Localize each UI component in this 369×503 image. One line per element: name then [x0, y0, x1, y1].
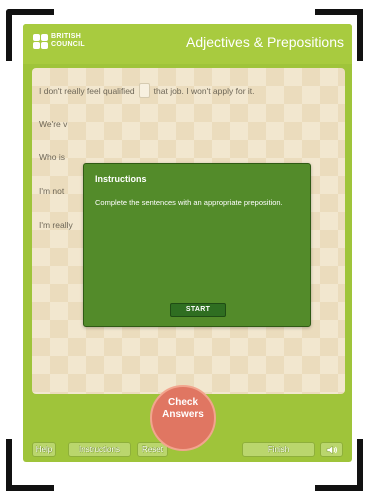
sentence-4-before: I'm not — [39, 186, 65, 196]
sentence-3: Who is — [39, 152, 65, 162]
start-button[interactable]: START — [170, 303, 226, 317]
logo-mark-icon — [33, 33, 48, 49]
logo-text-line2: COUNCIL — [51, 41, 85, 48]
sentence-2: We're v — [39, 119, 67, 129]
sentence-2-before: We're v — [39, 119, 68, 129]
speaker-icon[interactable] — [320, 442, 343, 457]
sentence-4: I'm not — [39, 186, 64, 196]
instructions-dialog: Instructions Complete the sentences with… — [83, 163, 311, 327]
answer-gap-1[interactable] — [138, 83, 150, 98]
instructions-button[interactable]: Instructions — [68, 442, 131, 457]
sentence-5-before: I'm really — [39, 220, 73, 230]
page-title: Adjectives & Prepositions — [186, 34, 344, 50]
dialog-title: Instructions — [95, 174, 147, 184]
british-council-logo: BRITISH COUNCIL — [33, 33, 85, 49]
sentence-3-before: Who is — [39, 152, 65, 162]
dialog-text: Complete the sentences with an appropria… — [95, 198, 283, 207]
exercise-panel: I don't really feel qualified that job. … — [32, 68, 345, 394]
logo-text-line1: BRITISH — [51, 33, 82, 40]
app-header: BRITISH COUNCIL Adjectives & Preposition… — [23, 24, 352, 64]
check-answers-label-2: Answers — [162, 409, 204, 420]
sentence-1-before: I don't really feel qualified — [39, 85, 135, 96]
sentence-5: I'm really — [39, 220, 73, 230]
sentence-1: I don't really feel qualified that job. … — [39, 83, 255, 98]
help-button[interactable]: Help — [32, 442, 56, 457]
finish-button[interactable]: Finish — [242, 442, 315, 457]
check-answers-label-1: Check — [167, 397, 198, 408]
check-answers-button[interactable]: Check Answers — [150, 385, 216, 451]
sentence-1-after: that job. I won't apply for it. — [153, 85, 255, 96]
